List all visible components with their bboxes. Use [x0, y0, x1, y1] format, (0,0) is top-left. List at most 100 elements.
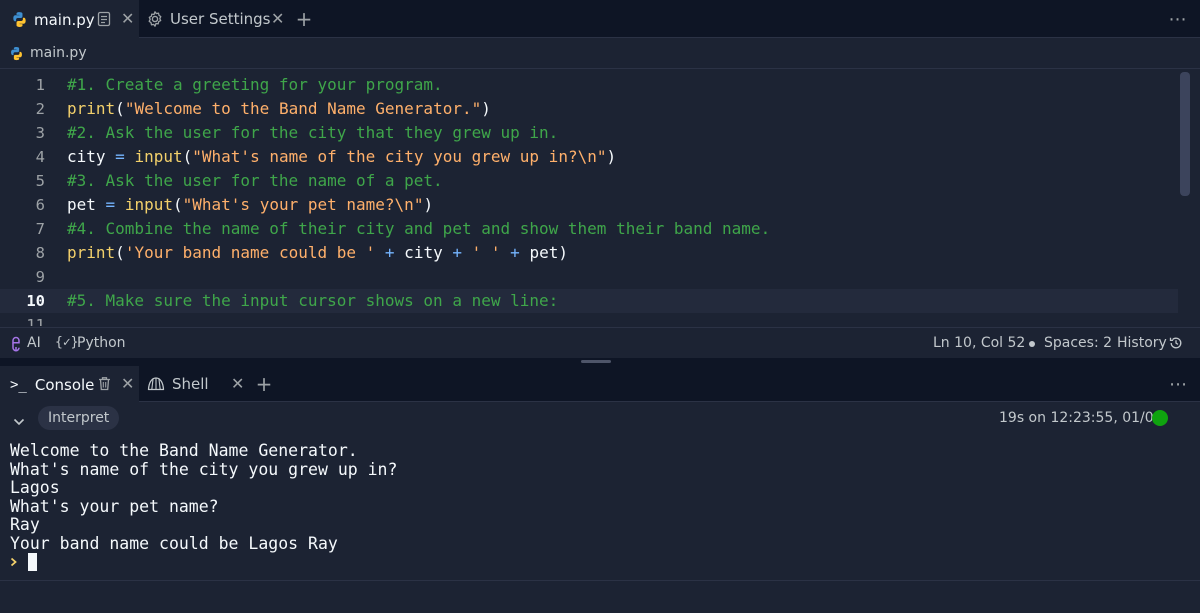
add-tab-icon[interactable]: + [293, 7, 315, 31]
line-number: 10 [26, 292, 45, 310]
code-line[interactable]: 7 #4. Combine the name of their city and … [0, 217, 1178, 241]
line-number: 6 [35, 196, 45, 214]
code-token: pet [67, 195, 106, 214]
code-token: + [510, 243, 520, 262]
shell-icon [147, 376, 165, 392]
editor-scrollbar[interactable] [1180, 72, 1190, 196]
splitter-grip[interactable] [581, 360, 611, 363]
indentation-setting[interactable]: Spaces: 2 [1044, 335, 1112, 351]
code-line[interactable]: 3 #2. Ask the user for the city that they… [0, 121, 1178, 145]
pane-splitter[interactable] [0, 358, 1200, 366]
code-text[interactable]: print("Welcome to the Band Name Generato… [67, 97, 491, 121]
chevron-down-icon[interactable] [13, 412, 25, 431]
code-token: #1. Create a greeting for your program. [67, 75, 443, 94]
line-number: 7 [35, 220, 45, 238]
code-editor[interactable]: 1 #1. Create a greeting for your program.… [0, 70, 1200, 326]
line-number: 8 [35, 244, 45, 262]
code-token: ( [182, 147, 193, 166]
tab-label: main.py [34, 10, 95, 29]
tab-main-py[interactable]: main.py ✕ [0, 0, 139, 39]
breadcrumb: main.py [0, 38, 1200, 69]
code-text[interactable]: #4. Combine the name of their city and p… [67, 217, 770, 241]
language-label[interactable]: Python [77, 335, 126, 351]
more-options-icon[interactable]: ⋯ [1166, 8, 1190, 30]
output-line: Lagos [10, 478, 60, 497]
code-token: ( [115, 99, 125, 118]
code-token: "What's name of the city you grew up in?… [192, 147, 607, 166]
code-text[interactable]: pet = input("What's your pet name?\n") [67, 193, 433, 217]
add-tab-icon[interactable]: + [253, 372, 275, 396]
console-prompt[interactable] [10, 552, 37, 572]
code-token: print [67, 243, 116, 262]
code-token: ) [481, 99, 491, 118]
code-line[interactable]: 10 #5. Make sure the input cursor shows o… [0, 289, 1178, 313]
code-token: ) [606, 147, 617, 166]
code-text[interactable]: #2. Ask the user for the city that they … [67, 121, 558, 145]
dot-icon [1029, 341, 1035, 347]
prompt-chevron-icon [10, 557, 18, 567]
code-text[interactable]: #3. Ask the user for the name of a pet. [67, 169, 443, 193]
editor-status-bar: AI {✓} Python Ln 10, Col 52 Spaces: 2 Hi… [0, 327, 1200, 358]
code-token: #2. Ask the user for the city that they … [67, 123, 559, 142]
code-line[interactable]: 5 #3. Ask the user for the name of a pet. [0, 169, 1178, 193]
tab-shell[interactable]: Shell ✕ [139, 366, 252, 402]
terminal-icon: >_ [10, 376, 27, 393]
close-tab-icon[interactable]: ✕ [271, 9, 284, 28]
code-token: #4. Combine the name of their city and p… [67, 219, 771, 238]
code-line[interactable]: 11 [0, 313, 1178, 326]
clear-console-icon[interactable] [98, 376, 111, 395]
ai-icon[interactable] [9, 336, 23, 356]
history-button[interactable]: History [1117, 335, 1167, 351]
code-line[interactable]: 2 print("Welcome to the Band Name Generat… [0, 97, 1178, 121]
gear-icon [146, 10, 164, 28]
code-token: + [452, 243, 462, 262]
editor-tab-bar: main.py ✕ User Settings ✕ + ⋯ [0, 0, 1200, 39]
close-tab-icon[interactable]: ✕ [121, 374, 134, 393]
history-icon[interactable] [1169, 336, 1183, 354]
code-line[interactable]: 4 city = input("What's name of the city y… [0, 145, 1178, 169]
tab-user-settings[interactable]: User Settings ✕ [139, 0, 292, 38]
code-token: input [124, 195, 173, 214]
run-status-indicator [1152, 410, 1168, 426]
code-text[interactable]: city = input("What's name of the city yo… [67, 145, 616, 169]
editor-pane: main.py ✕ User Settings ✕ + ⋯ main.py 1 #… [0, 0, 1200, 358]
close-tab-icon[interactable]: ✕ [121, 9, 134, 28]
interpret-button[interactable]: Interpret [38, 406, 120, 430]
code-token: ) [423, 195, 434, 214]
code-token: ' ' [471, 243, 501, 262]
console-toolbar: 19s on 12:23:55, 01/03 [0, 402, 1200, 440]
code-token: + [384, 243, 395, 262]
code-line[interactable]: 9 [0, 265, 1178, 289]
code-token: "What's your pet name?\n" [182, 195, 424, 214]
code-line[interactable]: 8 print('Your band name could be ' + city… [0, 241, 1178, 265]
console-output[interactable]: Welcome to the Band Name Generator. What'… [10, 441, 397, 553]
tab-label: Console [34, 375, 95, 394]
code-token: input [134, 147, 183, 166]
cursor-position[interactable]: Ln 10, Col 52 [933, 335, 1025, 351]
code-token: city [394, 243, 453, 262]
code-text[interactable]: #1. Create a greeting for your program. [67, 73, 443, 97]
markdown-preview-icon[interactable] [97, 11, 111, 27]
code-text[interactable]: #5. Make sure the input cursor shows on … [67, 289, 558, 313]
code-line[interactable]: 6 pet = input("What's your pet name?\n") [0, 193, 1178, 217]
code-token: #3. Ask the user for the name of a pet. [67, 171, 443, 190]
more-options-icon[interactable]: ⋯ [1166, 373, 1190, 395]
code-token: ( [115, 243, 125, 262]
line-number: 5 [35, 172, 45, 190]
code-line[interactable]: 1 #1. Create a greeting for your program. [0, 73, 1178, 97]
python-icon [9, 46, 24, 61]
console-pane: >_ Console ✕ Shell ✕ + ⋯ 19s on 12:23:55… [0, 366, 1200, 613]
close-tab-icon[interactable]: ✕ [231, 374, 244, 393]
breadcrumb-file[interactable]: main.py [30, 45, 87, 61]
tab-label: User Settings [170, 10, 271, 28]
output-line: Welcome to the Band Name Generator. [10, 441, 358, 460]
tab-console[interactable]: >_ Console ✕ [0, 366, 139, 403]
text-cursor [28, 553, 37, 571]
ai-label[interactable]: AI [27, 335, 41, 351]
code-token: ( [172, 195, 183, 214]
code-text[interactable]: print('Your band name could be ' + city … [67, 241, 568, 265]
